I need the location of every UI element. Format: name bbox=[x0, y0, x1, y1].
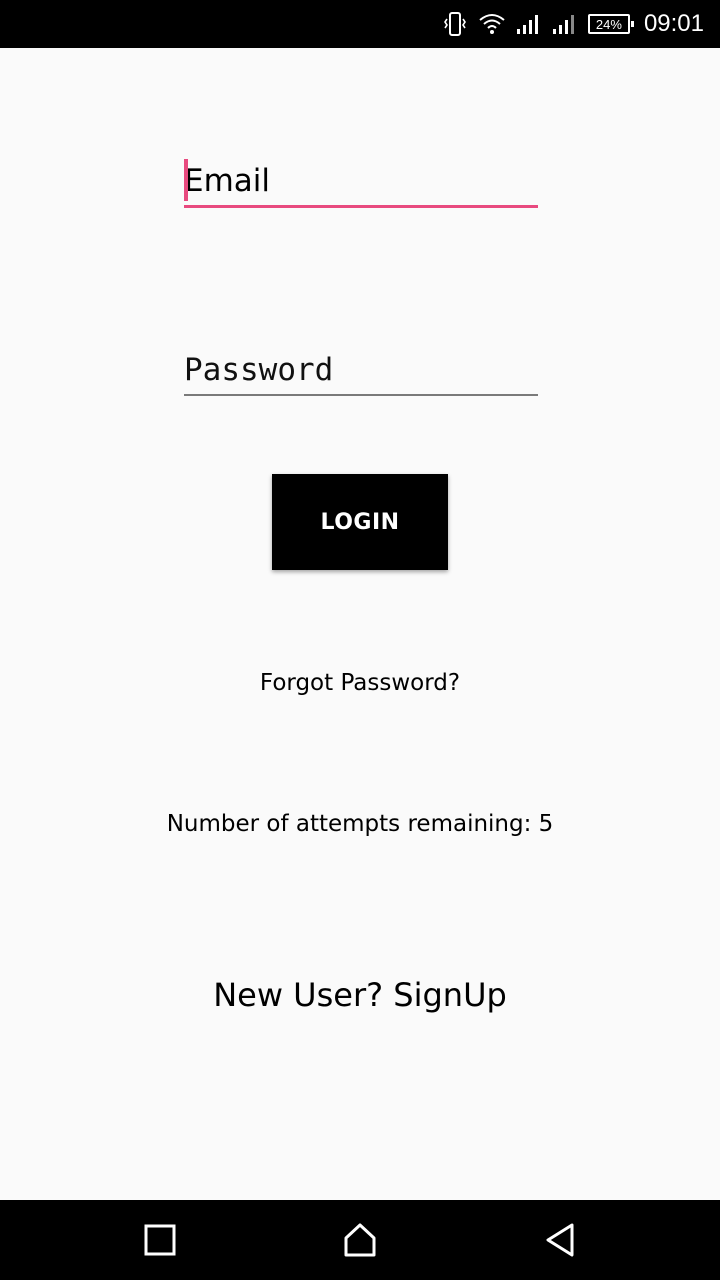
text-cursor bbox=[184, 159, 188, 201]
signal-icon bbox=[516, 13, 542, 35]
email-field[interactable] bbox=[184, 156, 538, 205]
recents-icon[interactable] bbox=[140, 1220, 180, 1260]
vibrate-icon bbox=[442, 11, 468, 37]
password-field[interactable] bbox=[184, 346, 538, 394]
clock: 09:01 bbox=[643, 10, 704, 37]
login-button[interactable]: LOGIN bbox=[272, 474, 448, 570]
wifi-icon bbox=[478, 12, 506, 36]
password-field-container bbox=[184, 346, 538, 396]
navigation-bar bbox=[0, 1200, 720, 1280]
attempts-remaining-text: Number of attempts remaining: 5 bbox=[166, 811, 554, 837]
status-bar: 24% 09:01 bbox=[0, 0, 720, 48]
home-icon[interactable] bbox=[340, 1220, 380, 1260]
battery-level: 24% bbox=[595, 16, 622, 32]
status-icons: 24% 09:01 bbox=[442, 0, 704, 48]
forgot-password-link[interactable]: Forgot Password? bbox=[0, 670, 720, 696]
email-field-container bbox=[184, 156, 538, 208]
signup-link[interactable]: New User? SignUp bbox=[0, 976, 720, 1014]
signal-icon-2 bbox=[552, 13, 578, 35]
battery-icon: 24% bbox=[587, 14, 634, 34]
back-icon[interactable] bbox=[542, 1220, 582, 1260]
